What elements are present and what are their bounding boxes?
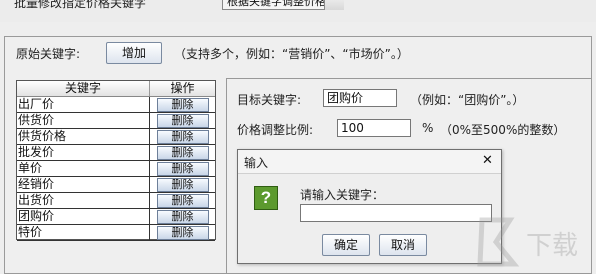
action-cell: 删除 [150, 225, 215, 240]
add-keyword-button[interactable]: 增加 [106, 42, 162, 64]
keyword-table: 关键字 操作 出厂价 删除 供货价 删除 供货价格 删除 批发价 删除 单价 删除 经销价 删除 出货价… [16, 80, 216, 241]
delete-button[interactable]: 删除 [156, 129, 209, 144]
table-row[interactable]: 特价 删除 [17, 225, 215, 241]
keyword-cell[interactable]: 出货价 [17, 193, 150, 208]
table-row[interactable]: 批发价 删除 [17, 145, 215, 161]
table-row[interactable]: 供货价格 删除 [17, 129, 215, 145]
question-icon: ? [254, 186, 278, 210]
dialog-title: 输入 [244, 156, 269, 170]
action-cell: 删除 [150, 193, 215, 208]
close-icon[interactable]: ✕ [482, 153, 493, 168]
delete-button[interactable]: 删除 [156, 177, 209, 192]
cancel-button[interactable]: 取消 [379, 234, 427, 256]
keyword-input[interactable] [300, 204, 492, 222]
mode-label: 批量修改指定价格关键字 [14, 0, 147, 10]
delete-button[interactable]: 删除 [156, 113, 209, 128]
source-keyword-label: 原始关键字: [16, 47, 81, 61]
table-row[interactable]: 出货价 删除 [17, 193, 215, 209]
delete-button[interactable]: 删除 [156, 225, 209, 240]
delete-button[interactable]: 删除 [156, 209, 209, 224]
action-cell: 删除 [150, 161, 215, 176]
keyword-cell[interactable]: 出厂价 [17, 97, 150, 112]
ok-button[interactable]: 确定 [322, 234, 370, 256]
price-ratio-label: 价格调整比例: [237, 123, 314, 137]
table-header: 关键字 操作 [17, 81, 215, 97]
action-cell: 删除 [150, 209, 215, 224]
table-row[interactable]: 出厂价 删除 [17, 97, 215, 113]
keyword-cell[interactable]: 团购价 [17, 209, 150, 224]
action-cell: 删除 [150, 97, 215, 112]
keyword-cell[interactable]: 供货价格 [17, 129, 150, 144]
delete-button[interactable]: 删除 [156, 145, 209, 160]
keyword-cell[interactable]: 经销价 [17, 177, 150, 192]
watermark-logo: 下载 [470, 212, 596, 274]
input-dialog: 输入 ✕ ? 请输入关键字： 确定 取消 [237, 149, 502, 264]
keyword-cell[interactable]: 批发价 [17, 145, 150, 160]
dialog-title-bar[interactable]: 输入 ✕ [238, 150, 501, 174]
watermark-text: 下载 [526, 231, 578, 261]
action-cell: 删除 [150, 113, 215, 128]
table-body: 出厂价 删除 供货价 删除 供货价格 删除 批发价 删除 单价 删除 经销价 删除 出货价 删除 团购价 删除… [17, 97, 215, 241]
delete-button[interactable]: 删除 [156, 97, 209, 112]
source-keyword-hint: （支持多个，例如：“营销价”、“市场价”。） [174, 47, 409, 61]
table-row[interactable]: 经销价 删除 [17, 177, 215, 193]
action-cell: 删除 [150, 177, 215, 192]
action-cell: 删除 [150, 145, 215, 160]
table-row[interactable]: 单价 删除 [17, 161, 215, 177]
target-keyword-label: 目标关键字: [237, 93, 302, 107]
target-keyword-input[interactable]: 团购价 [323, 89, 397, 107]
price-ratio-hint: （0%至500%的整数） [440, 123, 566, 137]
delete-button[interactable]: 删除 [156, 193, 209, 208]
action-cell: 删除 [150, 129, 215, 144]
table-row[interactable]: 供货价 删除 [17, 113, 215, 129]
delete-button[interactable]: 删除 [156, 161, 209, 176]
column-header-action[interactable]: 操作 [150, 81, 215, 96]
column-header-keyword[interactable]: 关键字 [17, 81, 150, 96]
target-keyword-hint: （例如：“团购价”。） [410, 93, 525, 107]
keyword-cell[interactable]: 供货价 [17, 113, 150, 128]
keyword-cell[interactable]: 单价 [17, 161, 150, 176]
dialog-prompt: 请输入关键字： [300, 188, 385, 202]
price-ratio-input[interactable]: 100 [337, 119, 411, 137]
table-row[interactable]: 团购价 删除 [17, 209, 215, 225]
price-ratio-unit: % [422, 121, 434, 135]
chevron-down-icon[interactable] [324, 0, 344, 10]
keyword-cell[interactable]: 特价 [17, 225, 150, 240]
